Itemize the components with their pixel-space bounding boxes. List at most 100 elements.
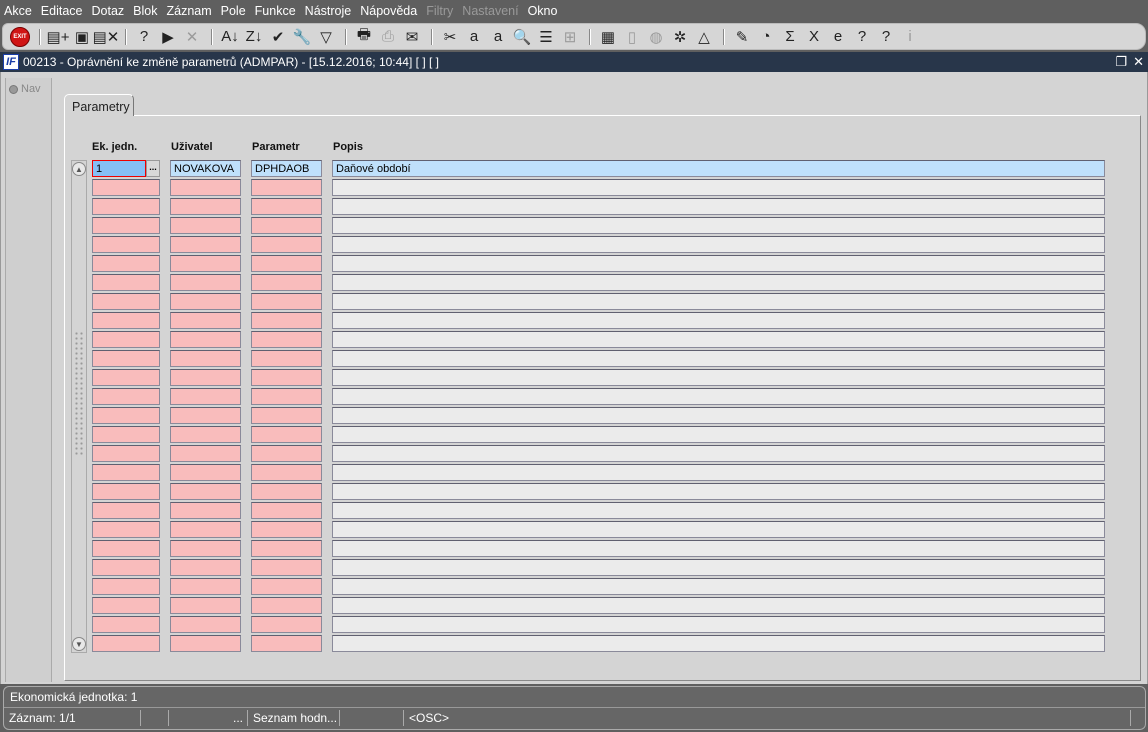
ek-jedn-field[interactable] — [92, 198, 160, 215]
uzivatel-field[interactable] — [170, 426, 241, 443]
uzivatel-field[interactable] — [170, 597, 241, 614]
parametr-field[interactable]: DPHDAOB — [251, 160, 322, 177]
ek-jedn-field[interactable] — [92, 635, 160, 652]
menu-filtry[interactable]: Filtry — [426, 4, 453, 18]
ek-jedn-field[interactable] — [92, 445, 160, 462]
document-icon[interactable]: ▯ — [621, 26, 643, 48]
uzivatel-field[interactable] — [170, 312, 241, 329]
gauge-icon[interactable]: ◔ — [755, 26, 777, 48]
ek-jedn-field[interactable] — [92, 388, 160, 405]
popis-field[interactable] — [332, 407, 1105, 424]
menu-blok[interactable]: Blok — [133, 4, 157, 18]
ek-jedn-field[interactable] — [92, 426, 160, 443]
parametr-field[interactable] — [251, 236, 322, 253]
save-icon[interactable]: ▣ — [71, 26, 93, 48]
attach-icon[interactable]: ▦ — [597, 26, 619, 48]
menu-pole[interactable]: Pole — [221, 4, 246, 18]
copy-icon[interactable]: a — [463, 26, 485, 48]
uzivatel-field[interactable] — [170, 445, 241, 462]
ek-jedn-field[interactable] — [92, 293, 160, 310]
ek-jedn-field[interactable] — [92, 597, 160, 614]
eye-icon[interactable]: △ — [693, 26, 715, 48]
paste-icon[interactable]: a — [487, 26, 509, 48]
list-icon[interactable]: ☰ — [535, 26, 557, 48]
ek-jedn-field[interactable] — [92, 312, 160, 329]
menu-akce[interactable]: Akce — [4, 4, 32, 18]
ek-jedn-field[interactable] — [92, 521, 160, 538]
parametr-field[interactable] — [251, 483, 322, 500]
nav-radio[interactable]: Nav — [9, 83, 41, 95]
globe-icon[interactable]: ◍ — [645, 26, 667, 48]
menu-nastroje[interactable]: Nástroje — [305, 4, 352, 18]
uzivatel-field[interactable] — [170, 635, 241, 652]
ek-jedn-field[interactable] — [92, 616, 160, 633]
enter-query-icon[interactable]: ? — [133, 26, 155, 48]
parametr-field[interactable] — [251, 597, 322, 614]
parametr-field[interactable] — [251, 198, 322, 215]
uzivatel-field[interactable] — [170, 350, 241, 367]
record-scrollbar[interactable]: ▲ ▼ — [71, 160, 87, 653]
uzivatel-field[interactable] — [170, 217, 241, 234]
parametr-field[interactable] — [251, 407, 322, 424]
popis-field[interactable] — [332, 426, 1105, 443]
ek-jedn-field[interactable] — [92, 578, 160, 595]
uzivatel-field[interactable] — [170, 179, 241, 196]
parametr-field[interactable] — [251, 369, 322, 386]
lov-button[interactable]: ... — [146, 160, 160, 177]
popis-field[interactable] — [332, 312, 1105, 329]
execute-query-icon[interactable]: ▶ — [157, 26, 179, 48]
parametr-field[interactable] — [251, 255, 322, 272]
popis-field[interactable] — [332, 540, 1105, 557]
exit-button[interactable]: EXIT — [9, 26, 31, 48]
ek-jedn-field[interactable] — [92, 179, 160, 196]
mail-icon[interactable]: ✉ — [401, 26, 423, 48]
parametr-field[interactable] — [251, 426, 322, 443]
uzivatel-field[interactable] — [170, 369, 241, 386]
parametr-field[interactable] — [251, 635, 322, 652]
uzivatel-field[interactable] — [170, 483, 241, 500]
popis-field[interactable] — [332, 559, 1105, 576]
uzivatel-field[interactable] — [170, 521, 241, 538]
ek-jedn-field[interactable] — [92, 540, 160, 557]
popis-field[interactable] — [332, 179, 1105, 196]
parametr-field[interactable] — [251, 521, 322, 538]
ek-jedn-field[interactable] — [92, 502, 160, 519]
scroll-up-button[interactable]: ▲ — [72, 162, 86, 176]
cut-icon[interactable]: ✂ — [439, 26, 461, 48]
popis-field[interactable] — [332, 274, 1105, 291]
scroll-down-button[interactable]: ▼ — [72, 637, 86, 651]
helm-icon[interactable]: ✲ — [669, 26, 691, 48]
menu-nastaveni[interactable]: Nastavení — [462, 4, 518, 18]
parametr-field[interactable] — [251, 502, 322, 519]
uzivatel-field[interactable]: NOVAKOVA — [170, 160, 241, 177]
ek-jedn-field[interactable] — [92, 559, 160, 576]
uzivatel-field[interactable] — [170, 274, 241, 291]
menu-funkce[interactable]: Funkce — [255, 4, 296, 18]
uzivatel-field[interactable] — [170, 331, 241, 348]
popis-field[interactable] — [332, 293, 1105, 310]
parametr-field[interactable] — [251, 274, 322, 291]
cancel-query-icon[interactable]: ✕ — [181, 26, 203, 48]
uzivatel-field[interactable] — [170, 578, 241, 595]
parametr-field[interactable] — [251, 445, 322, 462]
uzivatel-field[interactable] — [170, 407, 241, 424]
uzivatel-field[interactable] — [170, 198, 241, 215]
uzivatel-field[interactable] — [170, 388, 241, 405]
sum-icon[interactable]: Σ — [779, 26, 801, 48]
fax-icon[interactable]: ⎙ — [377, 26, 399, 48]
form-icon[interactable]: ✎ — [731, 26, 753, 48]
popis-field[interactable] — [332, 198, 1105, 215]
insert-record-icon[interactable]: ▤+ — [47, 26, 70, 48]
check-icon[interactable]: ✔ — [267, 26, 289, 48]
help-icon[interactable]: ? — [851, 26, 873, 48]
ek-jedn-field[interactable] — [92, 331, 160, 348]
parametr-field[interactable] — [251, 464, 322, 481]
popis-field[interactable] — [332, 635, 1105, 652]
ie-icon[interactable]: e — [827, 26, 849, 48]
scroll-grip[interactable] — [74, 331, 84, 456]
popis-field[interactable] — [332, 502, 1105, 519]
uzivatel-field[interactable] — [170, 255, 241, 272]
menu-dotaz[interactable]: Dotaz — [92, 4, 125, 18]
popis-field[interactable]: Daňové období — [332, 160, 1105, 177]
popis-field[interactable] — [332, 445, 1105, 462]
